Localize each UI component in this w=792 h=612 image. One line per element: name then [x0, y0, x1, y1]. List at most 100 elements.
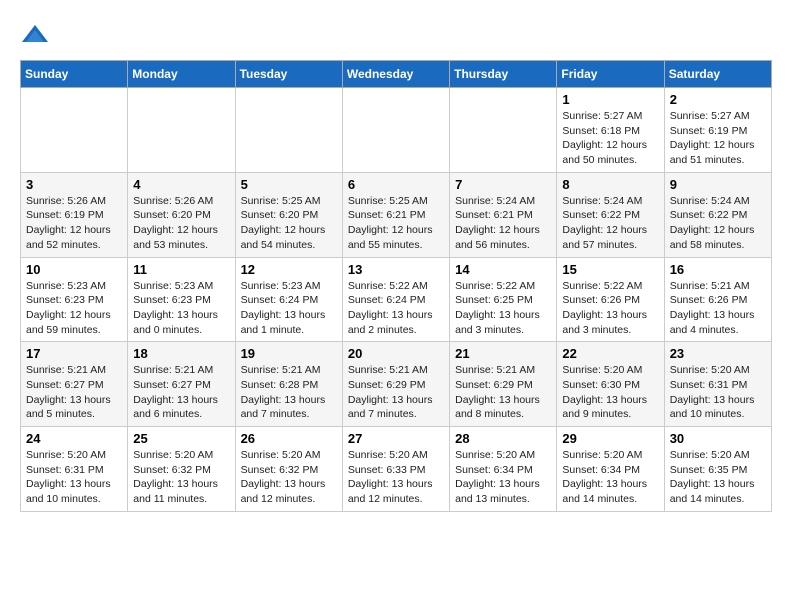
calendar-week: 3 Sunrise: 5:26 AM Sunset: 6:19 PM Daylig…: [21, 172, 772, 257]
calendar-week: 17 Sunrise: 5:21 AM Sunset: 6:27 PM Dayli…: [21, 342, 772, 427]
day-number: 4: [133, 177, 229, 192]
page-header: [20, 20, 772, 50]
calendar-cell: 20 Sunrise: 5:21 AM Sunset: 6:29 PM Dayli…: [342, 342, 449, 427]
day-info: Sunrise: 5:24 AM Sunset: 6:22 PM Dayligh…: [670, 194, 766, 253]
logo-icon: [20, 20, 50, 50]
day-number: 19: [241, 346, 337, 361]
calendar-cell: 4 Sunrise: 5:26 AM Sunset: 6:20 PM Daylig…: [128, 172, 235, 257]
header-day: Friday: [557, 61, 664, 88]
day-number: 8: [562, 177, 658, 192]
calendar-cell: [21, 88, 128, 173]
calendar-cell: 10 Sunrise: 5:23 AM Sunset: 6:23 PM Dayli…: [21, 257, 128, 342]
calendar-cell: 9 Sunrise: 5:24 AM Sunset: 6:22 PM Daylig…: [664, 172, 771, 257]
day-info: Sunrise: 5:21 AM Sunset: 6:27 PM Dayligh…: [26, 363, 122, 422]
day-info: Sunrise: 5:26 AM Sunset: 6:20 PM Dayligh…: [133, 194, 229, 253]
day-number: 20: [348, 346, 444, 361]
calendar-cell: 25Sunrise: 5:20 AM Sunset: 6:32 PM Dayli…: [128, 427, 235, 512]
day-info: Sunrise: 5:23 AM Sunset: 6:23 PM Dayligh…: [133, 279, 229, 338]
calendar-table: SundayMondayTuesdayWednesdayThursdayFrid…: [20, 60, 772, 512]
day-number: 10: [26, 262, 122, 277]
day-info: Sunrise: 5:23 AM Sunset: 6:23 PM Dayligh…: [26, 279, 122, 338]
calendar-cell: 12 Sunrise: 5:23 AM Sunset: 6:24 PM Dayli…: [235, 257, 342, 342]
day-info: Sunrise: 5:21 AM Sunset: 6:27 PM Dayligh…: [133, 363, 229, 422]
calendar-cell: 30Sunrise: 5:20 AM Sunset: 6:35 PM Dayli…: [664, 427, 771, 512]
day-info: Sunrise: 5:22 AM Sunset: 6:25 PM Dayligh…: [455, 279, 551, 338]
logo: [20, 20, 54, 50]
calendar-cell: 24 Sunrise: 5:20 AM Sunset: 6:31 PM Dayli…: [21, 427, 128, 512]
day-number: 5: [241, 177, 337, 192]
calendar-cell: [128, 88, 235, 173]
calendar-cell: 19 Sunrise: 5:21 AM Sunset: 6:28 PM Dayli…: [235, 342, 342, 427]
day-number: 9: [670, 177, 766, 192]
day-info: Sunrise: 5:20 AM Sunset: 6:34 PM Dayligh…: [455, 448, 551, 507]
calendar-cell: 27 Sunrise: 5:20 AM Sunset: 6:33 PM Dayli…: [342, 427, 449, 512]
day-info: Sunrise: 5:20 AM Sunset: 6:32 PM Dayligh…: [241, 448, 337, 507]
day-number: 30: [670, 431, 766, 446]
calendar-cell: 23 Sunrise: 5:20 AM Sunset: 6:31 PM Dayli…: [664, 342, 771, 427]
day-info: Sunrise: 5:27 AM Sunset: 6:18 PM Dayligh…: [562, 109, 658, 168]
calendar-cell: 17 Sunrise: 5:21 AM Sunset: 6:27 PM Dayli…: [21, 342, 128, 427]
day-number: 21: [455, 346, 551, 361]
day-number: 17: [26, 346, 122, 361]
calendar-cell: 7 Sunrise: 5:24 AM Sunset: 6:21 PM Daylig…: [450, 172, 557, 257]
day-info: Sunrise: 5:26 AM Sunset: 6:19 PM Dayligh…: [26, 194, 122, 253]
day-number: 18: [133, 346, 229, 361]
calendar-cell: 29 Sunrise: 5:20 AM Sunset: 6:34 PM Dayli…: [557, 427, 664, 512]
day-info: Sunrise: 5:23 AM Sunset: 6:24 PM Dayligh…: [241, 279, 337, 338]
calendar-cell: 21 Sunrise: 5:21 AM Sunset: 6:29 PM Dayli…: [450, 342, 557, 427]
calendar-cell: 1 Sunrise: 5:27 AM Sunset: 6:18 PM Daylig…: [557, 88, 664, 173]
calendar-cell: [342, 88, 449, 173]
day-info: Sunrise: 5:21 AM Sunset: 6:26 PM Dayligh…: [670, 279, 766, 338]
day-info: Sunrise: 5:25 AM Sunset: 6:21 PM Dayligh…: [348, 194, 444, 253]
day-number: 24: [26, 431, 122, 446]
day-info: Sunrise: 5:24 AM Sunset: 6:21 PM Dayligh…: [455, 194, 551, 253]
calendar-cell: 5Sunrise: 5:25 AM Sunset: 6:20 PM Daylig…: [235, 172, 342, 257]
day-number: 28: [455, 431, 551, 446]
day-number: 3: [26, 177, 122, 192]
header-day: Sunday: [21, 61, 128, 88]
day-number: 23: [670, 346, 766, 361]
day-info: Sunrise: 5:21 AM Sunset: 6:29 PM Dayligh…: [348, 363, 444, 422]
calendar-week: 10 Sunrise: 5:23 AM Sunset: 6:23 PM Dayli…: [21, 257, 772, 342]
day-number: 27: [348, 431, 444, 446]
calendar-week: 1 Sunrise: 5:27 AM Sunset: 6:18 PM Daylig…: [21, 88, 772, 173]
day-number: 29: [562, 431, 658, 446]
day-info: Sunrise: 5:20 AM Sunset: 6:30 PM Dayligh…: [562, 363, 658, 422]
day-info: Sunrise: 5:21 AM Sunset: 6:28 PM Dayligh…: [241, 363, 337, 422]
calendar-cell: 22 Sunrise: 5:20 AM Sunset: 6:30 PM Dayli…: [557, 342, 664, 427]
day-number: 2: [670, 92, 766, 107]
day-number: 6: [348, 177, 444, 192]
calendar-cell: 14 Sunrise: 5:22 AM Sunset: 6:25 PM Dayli…: [450, 257, 557, 342]
day-number: 15: [562, 262, 658, 277]
header-day: Thursday: [450, 61, 557, 88]
day-number: 12: [241, 262, 337, 277]
calendar-cell: 8 Sunrise: 5:24 AM Sunset: 6:22 PM Daylig…: [557, 172, 664, 257]
day-info: Sunrise: 5:27 AM Sunset: 6:19 PM Dayligh…: [670, 109, 766, 168]
day-number: 1: [562, 92, 658, 107]
calendar-header-row: SundayMondayTuesdayWednesdayThursdayFrid…: [21, 61, 772, 88]
day-number: 22: [562, 346, 658, 361]
calendar-cell: 28 Sunrise: 5:20 AM Sunset: 6:34 PM Dayli…: [450, 427, 557, 512]
header-day: Wednesday: [342, 61, 449, 88]
day-info: Sunrise: 5:21 AM Sunset: 6:29 PM Dayligh…: [455, 363, 551, 422]
calendar-body: 1 Sunrise: 5:27 AM Sunset: 6:18 PM Daylig…: [21, 88, 772, 512]
day-number: 14: [455, 262, 551, 277]
calendar-cell: 11Sunrise: 5:23 AM Sunset: 6:23 PM Dayli…: [128, 257, 235, 342]
calendar-cell: 16 Sunrise: 5:21 AM Sunset: 6:26 PM Dayli…: [664, 257, 771, 342]
day-info: Sunrise: 5:20 AM Sunset: 6:33 PM Dayligh…: [348, 448, 444, 507]
day-info: Sunrise: 5:22 AM Sunset: 6:24 PM Dayligh…: [348, 279, 444, 338]
calendar-cell: 13Sunrise: 5:22 AM Sunset: 6:24 PM Dayli…: [342, 257, 449, 342]
day-info: Sunrise: 5:20 AM Sunset: 6:34 PM Dayligh…: [562, 448, 658, 507]
day-number: 16: [670, 262, 766, 277]
day-number: 7: [455, 177, 551, 192]
calendar-cell: [450, 88, 557, 173]
calendar-cell: 26 Sunrise: 5:20 AM Sunset: 6:32 PM Dayli…: [235, 427, 342, 512]
day-info: Sunrise: 5:20 AM Sunset: 6:31 PM Dayligh…: [26, 448, 122, 507]
calendar-header: SundayMondayTuesdayWednesdayThursdayFrid…: [21, 61, 772, 88]
calendar-cell: 2 Sunrise: 5:27 AM Sunset: 6:19 PM Daylig…: [664, 88, 771, 173]
day-info: Sunrise: 5:24 AM Sunset: 6:22 PM Dayligh…: [562, 194, 658, 253]
day-number: 26: [241, 431, 337, 446]
calendar-cell: [235, 88, 342, 173]
day-info: Sunrise: 5:20 AM Sunset: 6:31 PM Dayligh…: [670, 363, 766, 422]
calendar-week: 24 Sunrise: 5:20 AM Sunset: 6:31 PM Dayli…: [21, 427, 772, 512]
